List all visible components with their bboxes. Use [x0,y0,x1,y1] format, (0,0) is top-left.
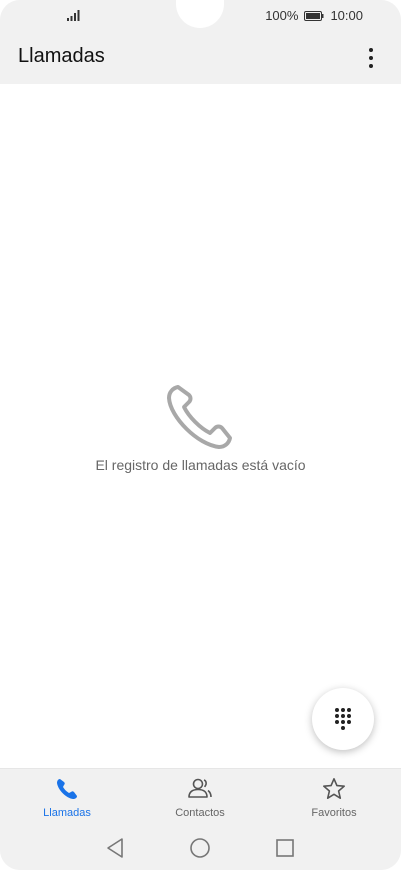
system-navigation-bar [0,828,401,870]
battery-icon [304,10,324,21]
tab-llamadas[interactable]: Llamadas [12,775,122,827]
more-vertical-icon [369,48,373,52]
star-icon [323,778,345,799]
phone-screen: 100% 10:00 Llamadas El registro de llama… [0,0,401,870]
dialpad-icon [335,708,351,730]
back-icon[interactable] [103,836,127,860]
tab-label: Llamadas [43,807,91,819]
page-title: Llamadas [18,45,105,67]
more-dot [369,56,373,60]
phone-icon [167,385,232,449]
status-right: 100% 10:00 [265,8,363,23]
call-log-area: El registro de llamadas está vacío [0,84,401,768]
camera-notch [176,0,224,28]
home-icon[interactable] [188,836,212,860]
bottom-navigation: Llamadas Contactos Favoritos [0,768,401,829]
app-bar: Llamadas [0,32,401,84]
tab-favoritos[interactable]: Favoritos [279,775,389,827]
dialpad-button[interactable] [312,688,374,750]
tab-contactos[interactable]: Contactos [145,775,255,827]
recents-icon[interactable] [273,836,297,860]
empty-state-message: El registro de llamadas está vacío [95,457,306,473]
more-dot [369,64,373,68]
tab-label: Contactos [175,807,225,819]
status-bar: 100% 10:00 [0,0,401,32]
contacts-icon [188,778,212,798]
signal-icon [67,10,80,21]
clock: 10:00 [330,8,363,23]
more-options-button[interactable] [359,44,383,72]
phone-icon [57,779,77,799]
tab-label: Favoritos [311,807,357,819]
battery-percentage: 100% [265,8,299,23]
